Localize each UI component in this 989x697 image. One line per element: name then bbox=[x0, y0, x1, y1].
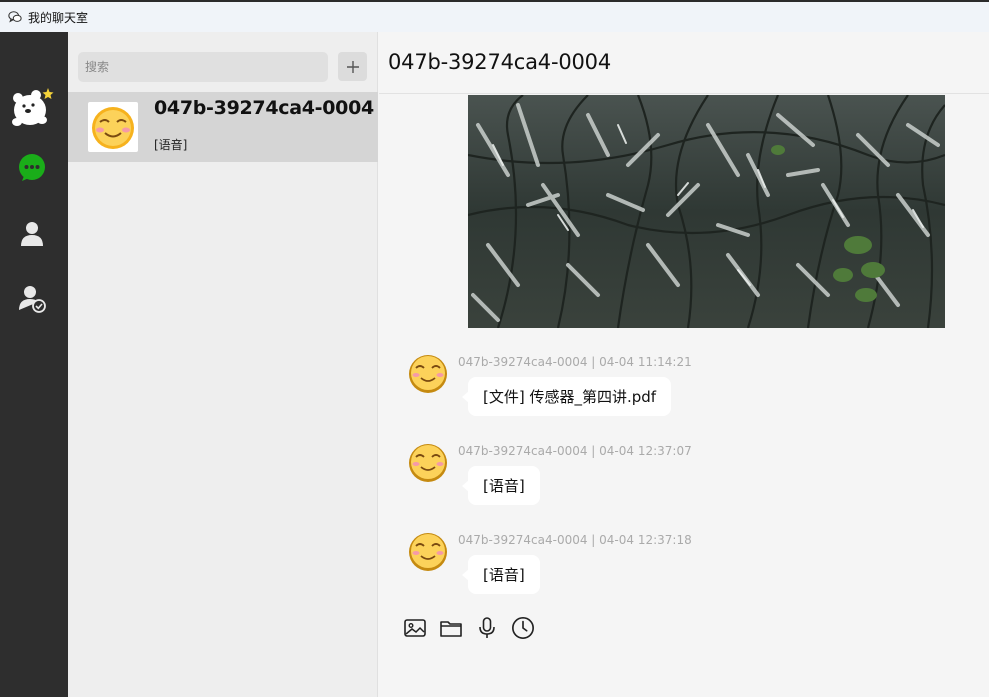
bear-mascot-icon bbox=[8, 82, 58, 132]
folder-icon bbox=[440, 621, 462, 637]
message-item: 047b-39274ca4-0004 | 04-04 11:14:21 [文件]… bbox=[407, 352, 967, 432]
message-bubble[interactable]: [语音] bbox=[462, 466, 540, 505]
send-image-button[interactable] bbox=[403, 616, 427, 640]
chat-icon bbox=[19, 154, 45, 181]
message-meta: 047b-39274ca4-0004 | 04-04 12:37:18 bbox=[458, 533, 692, 547]
message-meta: 047b-39274ca4-0004 | 04-04 12:37:07 bbox=[458, 444, 692, 458]
conversation-list-panel: 047b-39274ca4-0004 [语音] bbox=[68, 32, 378, 697]
search-input[interactable] bbox=[78, 52, 328, 82]
avatar bbox=[409, 355, 447, 393]
window-title: 我的聊天室 bbox=[28, 10, 89, 25]
plus-icon bbox=[346, 60, 359, 73]
conversation-name: 047b-39274ca4-0004 bbox=[154, 97, 374, 119]
message-bubble[interactable]: [文件] 传感器_第四讲.pdf bbox=[461, 377, 672, 416]
left-nav-bar bbox=[0, 32, 68, 697]
message-bubble[interactable]: [语音] bbox=[462, 555, 540, 594]
conversation-item[interactable]: 047b-39274ca4-0004 [语音] bbox=[68, 92, 378, 162]
avatar bbox=[409, 444, 447, 482]
microphone-icon bbox=[479, 617, 495, 638]
photo-image bbox=[468, 95, 945, 328]
person-check-icon bbox=[19, 286, 46, 313]
conversation-preview: [语音] bbox=[154, 138, 188, 152]
send-file-button[interactable] bbox=[439, 616, 463, 640]
add-button[interactable] bbox=[338, 52, 367, 81]
avatar bbox=[409, 533, 447, 571]
clock-icon bbox=[512, 617, 534, 639]
search-box bbox=[78, 52, 328, 82]
chat-bubbles-icon bbox=[8, 11, 22, 23]
send-voice-button[interactable] bbox=[475, 616, 499, 640]
title-bar: 我的聊天室 bbox=[0, 0, 989, 32]
person-icon bbox=[21, 222, 43, 246]
nav-friend-requests[interactable] bbox=[14, 280, 50, 316]
input-toolbar bbox=[403, 614, 535, 642]
image-icon bbox=[404, 619, 426, 637]
chat-header: 047b-39274ca4-0004 bbox=[379, 32, 989, 94]
message-item: 047b-39274ca4-0004 | 04-04 12:37:18 [语音] bbox=[407, 530, 967, 610]
message-meta: 047b-39274ca4-0004 | 04-04 11:14:21 bbox=[458, 355, 692, 369]
message-item: 047b-39274ca4-0004 | 04-04 12:37:07 [语音] bbox=[407, 441, 967, 521]
nav-chat[interactable] bbox=[14, 150, 50, 186]
nav-contacts[interactable] bbox=[14, 215, 50, 251]
chat-title: 047b-39274ca4-0004 bbox=[388, 50, 611, 74]
history-button[interactable] bbox=[511, 616, 535, 640]
avatar bbox=[88, 102, 138, 152]
image-message[interactable] bbox=[468, 95, 945, 328]
